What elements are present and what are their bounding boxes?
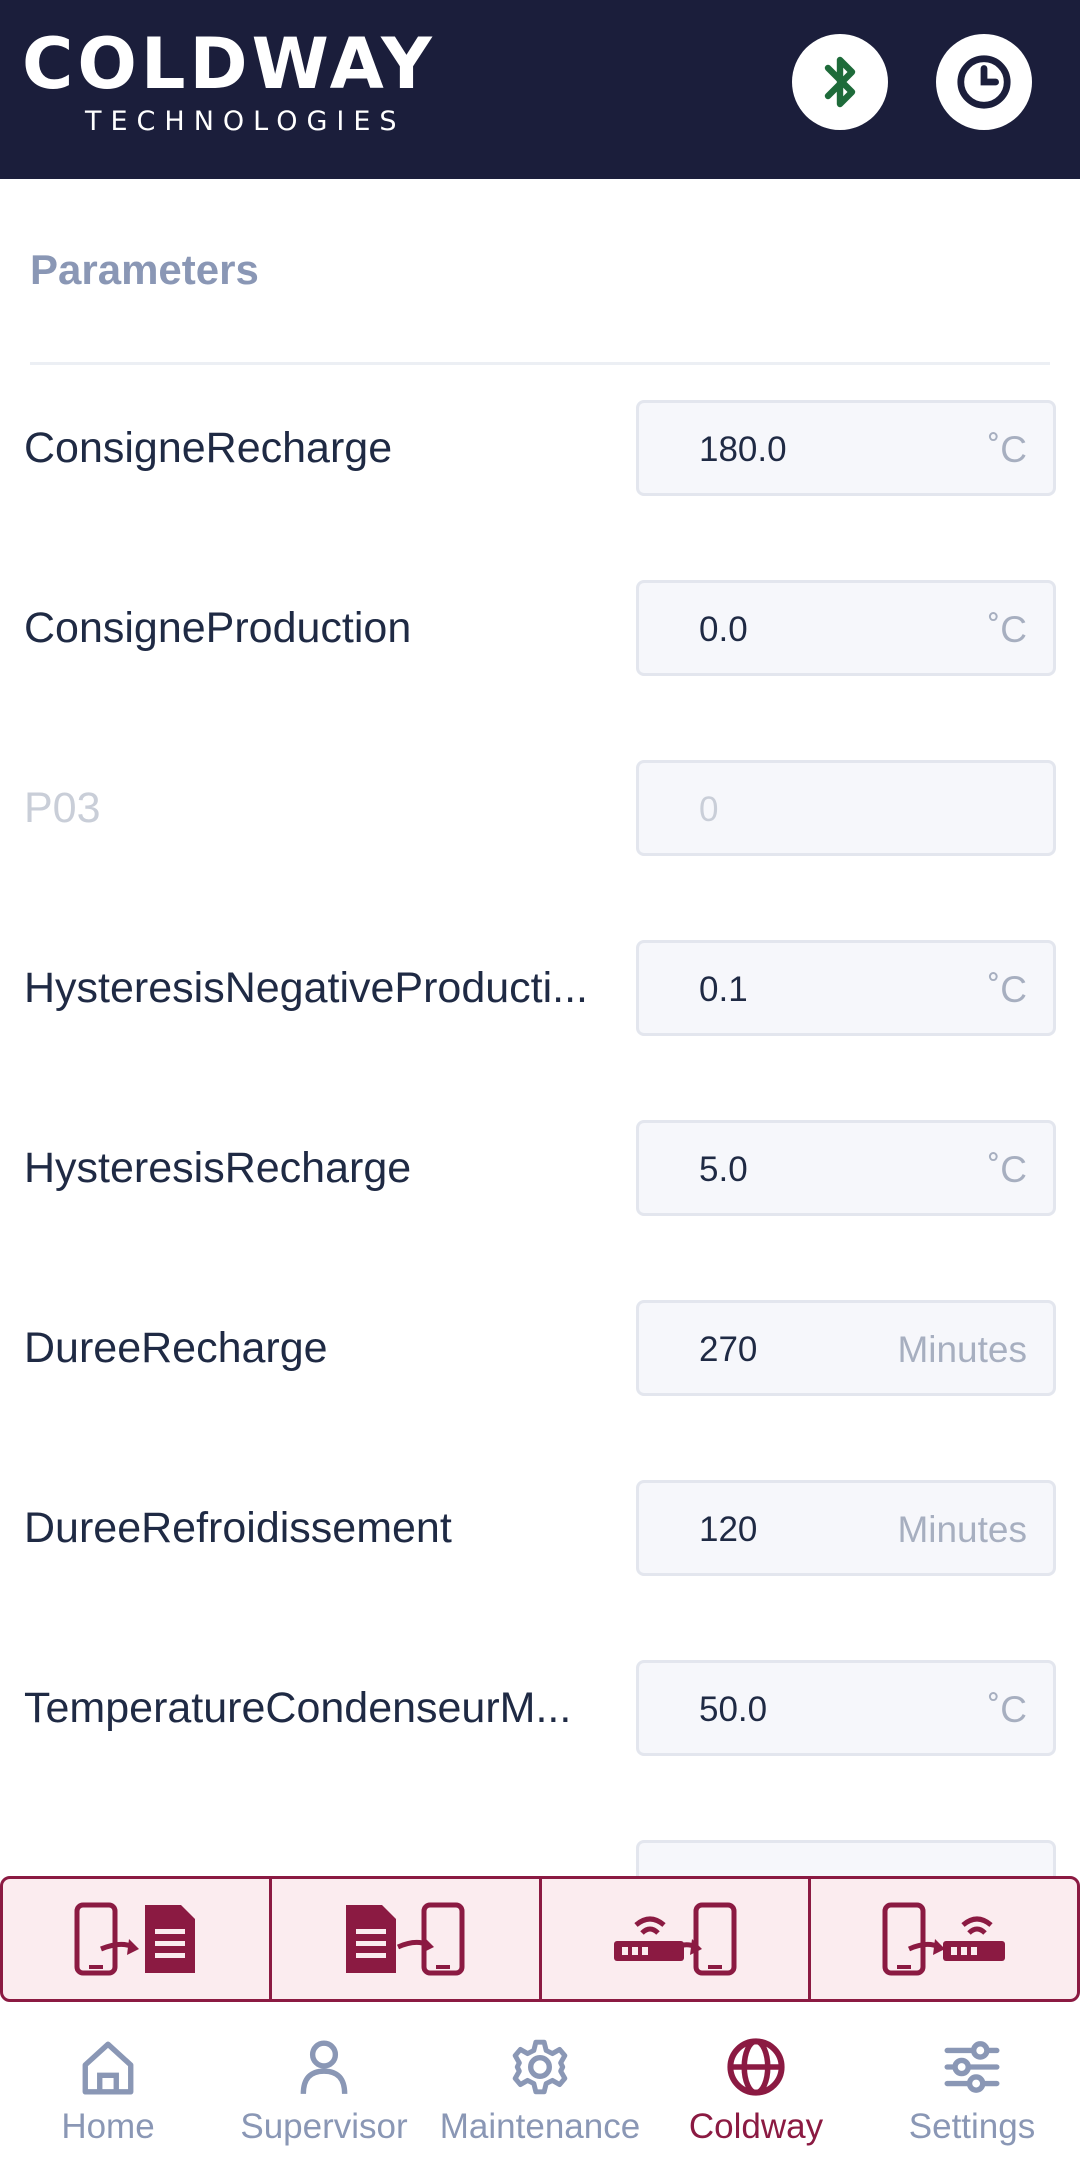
param-label: DureeRefroidissement <box>24 1504 452 1552</box>
param-label: HysteresisNegativeProducti... <box>24 964 588 1012</box>
param-unit: Minutes <box>897 1329 1027 1370</box>
nav-settings[interactable]: Settings <box>864 2005 1080 2164</box>
param-label: P03 <box>24 784 101 832</box>
write-to-device-button[interactable] <box>811 1879 1077 1999</box>
param-input[interactable]: 120 Minutes <box>636 1480 1056 1576</box>
import-from-file-button[interactable] <box>272 1879 542 1999</box>
bottom-nav: Home Supervisor Maintenance Coldway Sett… <box>0 2005 1080 2164</box>
param-value: 120 <box>699 1510 758 1549</box>
param-label: ConsigneProduction <box>24 604 412 652</box>
param-value: 5.0 <box>699 1150 748 1189</box>
nav-label: Maintenance <box>439 2107 641 2146</box>
section-divider <box>30 362 1050 365</box>
logo-sub-text: TECHNOLOGIES <box>85 106 406 137</box>
param-value: 180.0 <box>699 430 787 469</box>
param-row: TemperatureCondenseurM... 50.0 ˚C <box>0 1660 1080 1756</box>
param-value: 270 <box>699 1330 758 1369</box>
param-input[interactable]: 180.0 ˚C <box>636 400 1056 496</box>
read-from-device-button[interactable] <box>542 1879 811 1999</box>
param-unit: Minutes <box>897 1509 1027 1550</box>
param-unit: ˚C <box>987 1149 1027 1190</box>
nav-supervisor[interactable]: Supervisor <box>216 2005 432 2164</box>
param-value: 0.0 <box>699 610 748 649</box>
action-bar <box>0 1876 1080 2002</box>
param-row: HysteresisRecharge 5.0 ˚C <box>0 1120 1080 1216</box>
nav-label: Settings <box>908 2107 1036 2146</box>
param-unit: ˚C <box>987 969 1027 1010</box>
param-input[interactable]: 0.1 ˚C <box>636 940 1056 1036</box>
logo-main-text: COLDWAY <box>22 23 436 105</box>
person-icon <box>300 2040 348 2094</box>
param-row: DureeRecharge 270 Minutes <box>0 1300 1080 1396</box>
globe-icon <box>727 2038 785 2096</box>
param-unit: ˚C <box>987 1689 1027 1730</box>
nav-home[interactable]: Home <box>0 2005 216 2164</box>
param-input-partial[interactable] <box>636 1840 1056 1880</box>
param-label: HysteresisRecharge <box>24 1144 412 1192</box>
param-value: 0 <box>699 790 719 829</box>
param-input[interactable]: 0.0 ˚C <box>636 580 1056 676</box>
nav-label: Coldway <box>688 2107 824 2146</box>
param-label: TemperatureCondenseurM... <box>24 1684 572 1732</box>
nav-label: Home <box>61 2107 155 2146</box>
home-icon <box>82 2041 134 2095</box>
param-input[interactable]: 270 Minutes <box>636 1300 1056 1396</box>
param-label: ConsigneRecharge <box>24 424 393 472</box>
nav-coldway[interactable]: Coldway <box>648 2005 864 2164</box>
bluetooth-button[interactable] <box>792 34 888 130</box>
nav-label: Supervisor <box>240 2107 408 2146</box>
coldway-logo: COLDWAY TECHNOLOGIES <box>22 22 482 142</box>
param-input[interactable]: 50.0 ˚C <box>636 1660 1056 1756</box>
param-input: 0 <box>636 760 1056 856</box>
export-to-file-button[interactable] <box>3 1879 273 1999</box>
app-header: COLDWAY TECHNOLOGIES <box>0 0 1080 179</box>
param-row: ConsigneRecharge 180.0 ˚C <box>0 400 1080 496</box>
param-value: 0.1 <box>699 970 748 1009</box>
history-button[interactable] <box>936 34 1032 130</box>
param-row: ConsigneProduction 0.0 ˚C <box>0 580 1080 676</box>
bluetooth-icon <box>824 56 856 108</box>
param-unit: ˚C <box>987 429 1027 470</box>
clock-icon <box>957 55 1011 109</box>
param-row: DureeRefroidissement 120 Minutes <box>0 1480 1080 1576</box>
param-row: P03 0 <box>0 760 1080 856</box>
device-to-phone-icon <box>613 1902 737 1976</box>
param-row: HysteresisNegativeProducti... 0.1 ˚C <box>0 940 1080 1036</box>
param-unit: ˚C <box>987 609 1027 650</box>
document-to-phone-icon <box>346 1902 465 1976</box>
param-label: DureeRecharge <box>24 1324 328 1372</box>
phone-to-document-icon <box>74 1902 196 1976</box>
section-title: Parameters <box>30 246 259 293</box>
gear-icon <box>512 2039 568 2095</box>
nav-maintenance[interactable]: Maintenance <box>432 2005 648 2164</box>
phone-to-device-icon <box>882 1902 1005 1976</box>
param-input[interactable]: 5.0 ˚C <box>636 1120 1056 1216</box>
param-value: 50.0 <box>699 1690 768 1729</box>
sliders-icon <box>944 2041 1000 2093</box>
